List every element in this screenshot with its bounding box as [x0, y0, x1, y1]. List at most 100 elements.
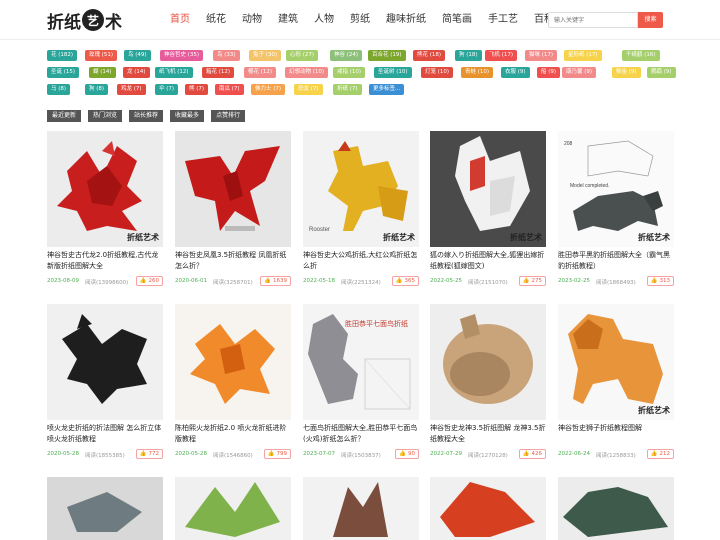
site-logo[interactable]: 折纸 艺 术 [47, 9, 122, 33]
article-card[interactable]: 喷火龙史折纸的折法图解 怎么折立体喷火龙折纸教程 2020-05-28 阅读(1… [47, 304, 163, 461]
like-button[interactable]: 👍 772 [135, 449, 163, 459]
article-card[interactable]: 折纸艺术 神谷哲史古代龙2.0折纸教程,古代龙新版折纸图解大全 2023-08-… [47, 131, 163, 288]
article-card[interactable]: 折纸艺术 狐の嫁入り折纸图解大全,狐狸出嫁折纸教程(狐嫁图文) 2022-05-… [430, 131, 546, 288]
card-image[interactable] [430, 304, 546, 420]
nav-simple-drawing[interactable]: 简笔画 [434, 0, 480, 40]
card-image[interactable] [175, 477, 291, 540]
tag-item[interactable]: 花 (182) [47, 50, 78, 61]
tag-item[interactable]: 圣诞 (15) [47, 67, 80, 78]
tag-item[interactable]: 狗 (8) [85, 84, 109, 95]
filter-most-liked[interactable]: 点赞排行 [211, 110, 246, 122]
card-title[interactable]: 胜田恭平黑豹折纸图解大全（霸气黑豹折纸教程） [558, 250, 674, 272]
nav-animals[interactable]: 动物 [234, 0, 270, 40]
card-title[interactable]: 神谷哲史龙神3.5折纸图解 龙神3.5折纸教程大全 [430, 423, 546, 445]
nav-papercut[interactable]: 剪纸 [342, 0, 378, 40]
tag-item[interactable]: 飞机 (17) [485, 50, 518, 61]
article-card[interactable] [303, 477, 419, 540]
tag-item[interactable]: 千纸鹤 (16) [622, 50, 660, 61]
card-image[interactable] [303, 477, 419, 540]
card-title[interactable]: 神谷哲史狮子折纸教程图解 [558, 423, 674, 445]
card-image[interactable]: 胜田恭平七面鸟折纸 [303, 304, 419, 420]
article-card[interactable]: 神谷哲史凤凰3.5折纸教程 凤凰折纸怎么折？ 2020-06-01 阅读(325… [175, 131, 291, 288]
tag-item[interactable]: 圣诞树 (10) [374, 67, 412, 78]
tag-item[interactable]: 船 (9) [537, 67, 561, 78]
tag-item[interactable]: 鸟 (33) [213, 50, 240, 61]
article-card[interactable]: Rooster 折纸艺术 神谷哲史大公鸡折纸,大红公鸡折纸怎么折 2022-05… [303, 131, 419, 288]
card-title[interactable]: 狐の嫁入り折纸图解大全,狐狸出嫁折纸教程(狐嫁图文) [430, 250, 546, 272]
tag-item[interactable]: 鹦鹉 (9) [647, 67, 676, 78]
card-title[interactable]: 喷火龙史折纸的折法图解 怎么折立体喷火龙折纸教程 [47, 423, 163, 445]
tag-item[interactable]: 折纸 (7) [333, 84, 362, 95]
tag-item[interactable]: 灯笼 (10) [421, 67, 454, 78]
tag-item[interactable]: 狗 (18) [455, 50, 482, 61]
like-button[interactable]: 👍 1639 [260, 276, 291, 286]
like-button[interactable]: 👍 275 [518, 276, 546, 286]
tag-item[interactable]: 百合花 (19) [368, 50, 406, 61]
article-card[interactable]: 胜田恭平七面鸟折纸 七面鸟折纸图解大全,胜田恭平七面鸟(火鸡)折纸怎么折？ 20… [303, 304, 419, 461]
article-card[interactable]: 208 Model completed. 折纸艺术 胜田恭平黑豹折纸图解大全（霸… [558, 131, 674, 288]
tag-item[interactable]: 戒指 (10) [333, 67, 366, 78]
tag-item[interactable]: 马 (8) [47, 84, 71, 95]
tag-item[interactable]: 郁金 (9) [612, 67, 641, 78]
card-image[interactable] [175, 304, 291, 420]
tag-item[interactable]: 兔子 (30) [249, 50, 282, 61]
nav-crafts[interactable]: 手工艺 [480, 0, 526, 40]
card-image[interactable] [47, 477, 163, 540]
tag-item[interactable]: 纸飞机 (12) [155, 67, 193, 78]
filter-recommended[interactable]: 站长推荐 [129, 110, 164, 122]
card-title[interactable]: 神谷哲史凤凰3.5折纸教程 凤凰折纸怎么折？ [175, 250, 291, 272]
tag-item[interactable]: 樱花 (12) [244, 67, 277, 78]
filter-popular[interactable]: 热门浏览 [88, 110, 123, 122]
like-button[interactable]: 👍 799 [263, 449, 291, 459]
card-image[interactable]: 208 Model completed. 折纸艺术 [558, 131, 674, 247]
tag-item[interactable]: 熊花 (18) [413, 50, 446, 61]
nav-people[interactable]: 人物 [306, 0, 342, 40]
nav-architecture[interactable]: 建筑 [270, 0, 306, 40]
card-image[interactable]: 折纸艺术 [558, 304, 674, 420]
tag-item[interactable]: 龙 (14) [123, 67, 150, 78]
nav-paper-flowers[interactable]: 纸花 [198, 0, 234, 40]
card-image[interactable] [175, 131, 291, 247]
card-image[interactable] [558, 477, 674, 540]
tag-item[interactable]: 蝴 (14) [89, 67, 116, 78]
card-image[interactable] [430, 477, 546, 540]
article-card[interactable]: 陈柏熙火龙折纸2.0 喷火龙折纸进阶版教程 2020-05-28 阅读(1546… [175, 304, 291, 461]
card-image[interactable]: Rooster 折纸艺术 [303, 131, 419, 247]
article-card[interactable]: 折纸艺术 神谷哲史狮子折纸教程图解 2022-06-24 阅读(1258833)… [558, 304, 674, 461]
like-button[interactable]: 👍 90 [395, 449, 419, 459]
like-button[interactable]: 👍 365 [391, 276, 419, 286]
card-image[interactable]: 折纸艺术 [47, 131, 163, 247]
nav-home[interactable]: 首页 [162, 0, 198, 40]
card-title[interactable]: 陈柏熙火龙折纸2.0 喷火龙折纸进阶版教程 [175, 423, 291, 445]
article-card[interactable]: 神谷哲史龙神3.5折纸图解 龙神3.5折纸教程大全 2022-07-29 阅读(… [430, 304, 546, 461]
tag-item[interactable]: 星形纸 (17) [564, 50, 602, 61]
filter-most-favorited[interactable]: 收藏最多 [170, 110, 205, 122]
card-title[interactable]: 七面鸟折纸图解大全,胜田恭平七面鸟(火鸡)折纸怎么折？ [303, 423, 419, 445]
tag-item[interactable]: 鸟 (49) [124, 50, 151, 61]
tag-item[interactable]: 伞 (7) [155, 84, 179, 95]
tag-item[interactable]: 恐龙 (7) [294, 84, 323, 95]
card-title[interactable]: 神谷哲史古代龙2.0折纸教程,古代龙新版折纸图解大全 [47, 250, 163, 272]
article-card[interactable] [430, 477, 546, 540]
filter-latest[interactable]: 最近更新 [47, 110, 82, 122]
like-button[interactable]: 👍 260 [135, 276, 163, 286]
tag-item[interactable]: 南瓜 (7) [215, 84, 244, 95]
tag-item[interactable]: 心形 (27) [286, 50, 319, 61]
tag-item[interactable]: 箱花 (12) [202, 67, 235, 78]
like-button[interactable]: 👍 426 [518, 449, 546, 459]
card-image[interactable] [47, 304, 163, 420]
like-button[interactable]: 👍 212 [646, 449, 674, 459]
tag-item[interactable]: 神谷哲史 (35) [160, 50, 204, 61]
tag-item[interactable]: 鸡龙 (7) [117, 84, 146, 95]
article-card[interactable] [175, 477, 291, 540]
tag-item[interactable]: 神谷 (24) [330, 50, 363, 61]
search-button[interactable]: 搜索 [638, 12, 663, 28]
tag-item[interactable]: 佛力士 (7) [251, 84, 286, 95]
tag-item[interactable]: 衣服 (9) [501, 67, 530, 78]
article-card[interactable] [47, 477, 163, 540]
tag-item[interactable]: 青蛙 (10) [461, 67, 494, 78]
tag-item[interactable]: 康乃馨 (9) [562, 67, 597, 78]
tag-item[interactable]: 更多标签... [369, 84, 405, 95]
nav-fun-origami[interactable]: 趣味折纸 [378, 0, 434, 40]
tag-item[interactable]: 玫瑰 (51) [85, 50, 118, 61]
